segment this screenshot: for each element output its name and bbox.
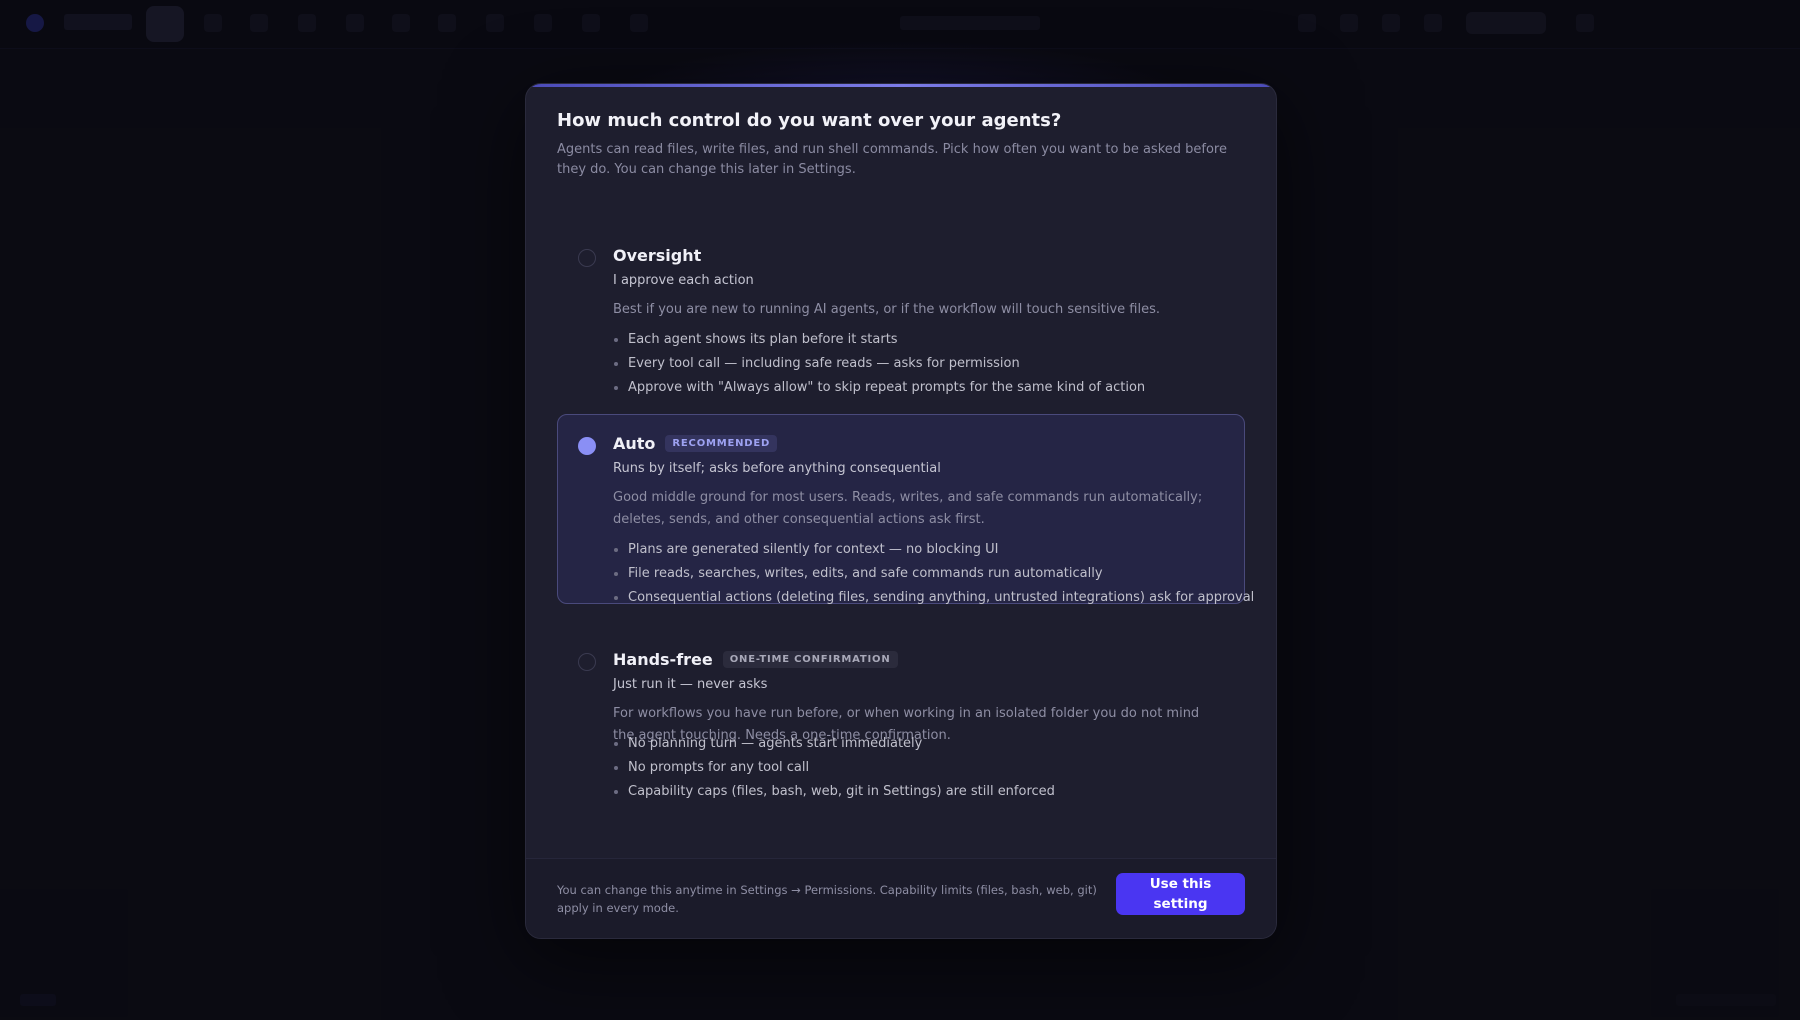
option-bullet-list: Each agent shows its plan before it star…: [613, 328, 1233, 400]
radio-auto-selected[interactable]: [578, 437, 596, 455]
option-bullet: No prompts for any tool call: [613, 756, 1233, 780]
dialog-subtitle: Agents can read files, write files, and …: [557, 142, 1227, 177]
option-header: Oversight: [613, 246, 701, 265]
option-bullet: Each agent shows its plan before it star…: [613, 328, 1233, 352]
option-description: Good middle ground for most users. Reads…: [613, 490, 1203, 527]
recommended-badge: RECOMMENDED: [665, 435, 778, 452]
dialog-footer: You can change this anytime in Settings …: [526, 858, 1276, 938]
option-bullet: File reads, searches, writes, edits, and…: [613, 562, 1233, 586]
option-bullet: No planning turn — agents start immediat…: [613, 732, 1233, 756]
option-bullet: Plans are generated silently for context…: [613, 538, 1233, 562]
dialog-title: How much control do you want over your a…: [557, 110, 1062, 131]
option-tagline: Just run it — never asks: [613, 677, 768, 692]
option-bullet: Every tool call — including safe reads —…: [613, 352, 1233, 376]
option-bullet: Consequential actions (deleting files, s…: [613, 586, 1254, 610]
option-name: Auto: [613, 434, 656, 453]
permissions-dialog: How much control do you want over your a…: [525, 83, 1277, 939]
option-bullet-list: Plans are generated silently for context…: [613, 538, 1254, 610]
option-tagline: Runs by itself; asks before anything con…: [613, 461, 941, 476]
option-header: Hands-free ONE-TIME CONFIRMATION: [613, 650, 898, 669]
option-oversight[interactable]: Oversight I approve each action Best if …: [557, 226, 1245, 406]
radio-oversight[interactable]: [578, 249, 596, 267]
radio-hands-free[interactable]: [578, 653, 596, 671]
option-tagline: I approve each action: [613, 273, 754, 288]
option-header: Auto RECOMMENDED: [613, 434, 778, 453]
option-name: Hands-free: [613, 650, 713, 669]
confirmation-badge: ONE-TIME CONFIRMATION: [722, 651, 898, 668]
option-hands-free[interactable]: Hands-free ONE-TIME CONFIRMATION Just ru…: [557, 630, 1245, 810]
footer-note: You can change this anytime in Settings …: [557, 883, 1097, 915]
option-auto[interactable]: Auto RECOMMENDED Runs by itself; asks be…: [557, 414, 1254, 605]
use-this-setting-button[interactable]: Use this setting: [1116, 873, 1245, 915]
option-bullet-list: No planning turn — agents start immediat…: [613, 732, 1233, 804]
option-description: Best if you are new to running AI agents…: [613, 302, 1160, 317]
option-bullet: Capability caps (files, bash, web, git i…: [613, 780, 1233, 804]
option-name: Oversight: [613, 246, 702, 265]
dialog-accent-line: [526, 84, 1276, 87]
option-bullet: Approve with "Always allow" to skip repe…: [613, 376, 1233, 400]
